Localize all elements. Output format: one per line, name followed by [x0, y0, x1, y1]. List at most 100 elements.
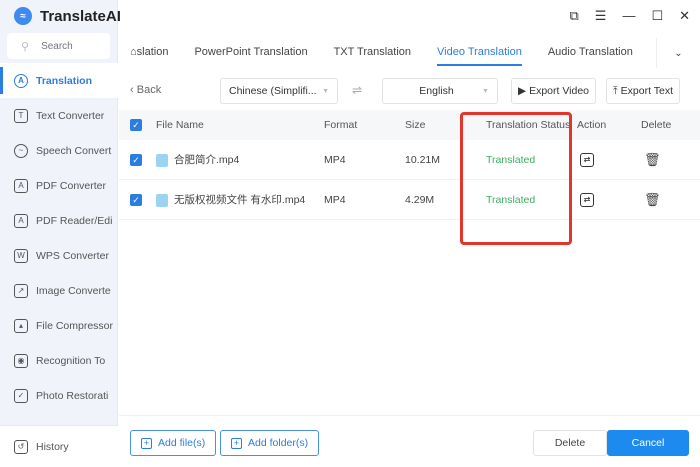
export-text-button[interactable]: ⤒ Export Text: [606, 78, 680, 104]
chevron-left-icon: ‹: [130, 84, 137, 96]
sidebar-nav: A Translation T Text Converter ~ Speech Con…: [0, 63, 118, 413]
sidebar-item-label: Image Converte: [36, 284, 111, 297]
convert-action-icon[interactable]: ⇄: [580, 192, 594, 207]
trash-icon[interactable]: 🗑: [644, 152, 661, 168]
image-icon: ↗: [14, 283, 28, 298]
highlight-box: [460, 112, 572, 245]
sidebar-item-label: PDF Reader/Edi: [36, 214, 113, 227]
tab-txt-translation[interactable]: TXT Translation: [334, 38, 411, 68]
close-icon[interactable]: ✕: [679, 8, 690, 24]
target-language-select[interactable]: English ▼: [382, 78, 498, 104]
play-icon: ▶: [518, 85, 527, 97]
source-language-value: Chinese (Simplifi...: [229, 85, 317, 97]
header-delete: Delete: [641, 119, 672, 131]
minimize-icon[interactable]: —: [622, 8, 635, 24]
tab-translation[interactable]: ⌂slation: [130, 38, 168, 68]
sidebar-item-label: Translation: [36, 74, 93, 87]
menu-icon[interactable]: ☰: [595, 8, 607, 24]
home-icon: ⌂: [130, 46, 137, 58]
video-file-icon: [156, 153, 168, 167]
maximize-icon[interactable]: ☐: [651, 8, 663, 24]
sidebar-item-pdf-reader[interactable]: A PDF Reader/Edi: [0, 203, 118, 238]
add-files-label: Add file(s): [158, 437, 206, 449]
sidebar-item-speech-convert[interactable]: ~ Speech Convert: [0, 133, 118, 168]
target-language-value: English: [419, 85, 454, 97]
source-language-select[interactable]: Chinese (Simplifi... ▼: [220, 78, 338, 104]
add-folders-button[interactable]: + Add folder(s): [220, 430, 320, 456]
text-icon: T: [14, 108, 28, 123]
photo-icon: ✓: [14, 388, 28, 403]
caret-down-icon: ▼: [322, 87, 329, 95]
file-name: 合肥简介.mp4: [174, 154, 240, 166]
cancel-button[interactable]: Cancel: [607, 430, 689, 456]
swap-languages-icon[interactable]: ⇌: [352, 83, 362, 97]
sidebar-item-pdf-converter[interactable]: A PDF Converter: [0, 168, 118, 203]
pdf-icon: A: [14, 178, 28, 193]
export-video-button[interactable]: ▶ Export Video: [511, 78, 597, 104]
tab-video-translation[interactable]: Video Translation: [437, 38, 522, 68]
header-format: Format: [324, 119, 358, 131]
window-controls: ⧉ ☰ — ☐ ✕: [569, 8, 690, 24]
sidebar-item-image-converter[interactable]: ↗ Image Converte: [0, 273, 118, 308]
eye-icon: ◉: [14, 353, 28, 368]
delete-button[interactable]: Delete: [533, 430, 607, 456]
compress-icon: ▴: [14, 318, 28, 333]
row-checkbox[interactable]: ✓: [130, 153, 142, 166]
wps-icon: W: [14, 248, 28, 263]
table-row: ✓ 无版权视频文件 有水印.mp4 MP4 4.29M Translated ⇄…: [119, 180, 700, 220]
sidebar-item-history[interactable]: ↺ History: [0, 425, 118, 467]
sidebar-item-label: History: [36, 440, 69, 453]
add-file-icon: +: [141, 437, 152, 449]
app-title: TranslateAI: [40, 7, 121, 25]
sidebar-item-recognition[interactable]: ◉ Recognition To: [0, 343, 118, 378]
file-format: MP4: [324, 153, 346, 166]
select-all-checkbox[interactable]: ✓: [130, 119, 142, 131]
search-icon: ⚲: [21, 40, 30, 53]
header-file-name: File Name: [156, 119, 204, 131]
mini-mode-icon[interactable]: ⧉: [569, 8, 578, 24]
sidebar-item-label: Photo Restorati: [36, 389, 109, 402]
sidebar: ≈ TranslateAI ⚲ A Translation T Text Conver…: [0, 0, 121, 467]
toolbar: ‹ Back Chinese (Simplifi... ▼ ⇌ English ▼ …: [130, 78, 690, 104]
video-file-icon: [156, 193, 168, 207]
sidebar-item-text-converter[interactable]: T Text Converter: [0, 98, 118, 133]
back-label: Back: [136, 84, 162, 96]
row-checkbox[interactable]: ✓: [130, 193, 142, 206]
search-input[interactable]: [41, 40, 97, 52]
sidebar-item-label: Speech Convert: [36, 144, 112, 157]
add-files-button[interactable]: + Add file(s): [130, 430, 217, 456]
sidebar-item-photo-restoration[interactable]: ✓ Photo Restorati: [0, 378, 118, 413]
table-header: ✓ File Name Format Size Translation Stat…: [119, 110, 700, 140]
sidebar-item-label: Text Converter: [36, 109, 105, 122]
sidebar-item-label: WPS Converter: [36, 249, 109, 262]
file-name: 无版权视频文件 有水印.mp4: [174, 194, 306, 206]
sidebar-item-label: PDF Converter: [36, 179, 107, 192]
header-action: Action: [577, 119, 607, 131]
chevron-down-icon[interactable]: ⌄: [656, 38, 700, 68]
add-folders-label: Add folder(s): [248, 437, 309, 449]
sidebar-item-wps-converter[interactable]: W WPS Converter: [0, 238, 118, 273]
tab-bar: ⌂slation PowerPoint Translation TXT Tran…: [130, 38, 700, 68]
sidebar-item-label: Recognition To: [36, 354, 106, 367]
tab-powerpoint-translation[interactable]: PowerPoint Translation: [194, 38, 307, 68]
trash-icon[interactable]: 🗑: [644, 192, 661, 208]
app-logo: ≈ TranslateAI: [14, 7, 121, 25]
header-size: Size: [405, 119, 426, 131]
tab-audio-translation[interactable]: Audio Translation: [548, 38, 633, 68]
search-box[interactable]: ⚲: [7, 33, 110, 59]
translate-icon: A: [14, 73, 28, 88]
tab-label: slation: [136, 46, 169, 58]
footer: + Add file(s) + Add folder(s) Delete Cance…: [119, 415, 700, 467]
sidebar-item-file-compressor[interactable]: ▴ File Compressor: [0, 308, 118, 343]
pdf-reader-icon: A: [14, 213, 28, 228]
sidebar-item-translation[interactable]: A Translation: [0, 63, 118, 98]
file-size: 4.29M: [405, 193, 435, 206]
caret-down-icon: ▼: [482, 87, 489, 95]
file-format: MP4: [324, 193, 346, 206]
convert-action-icon[interactable]: ⇄: [580, 152, 594, 167]
chat-logo-icon: ≈: [14, 7, 32, 25]
add-folder-icon: +: [231, 437, 242, 449]
back-button[interactable]: ‹ Back: [130, 84, 161, 96]
history-icon: ↺: [14, 439, 28, 454]
sidebar-item-label: File Compressor: [36, 319, 114, 332]
